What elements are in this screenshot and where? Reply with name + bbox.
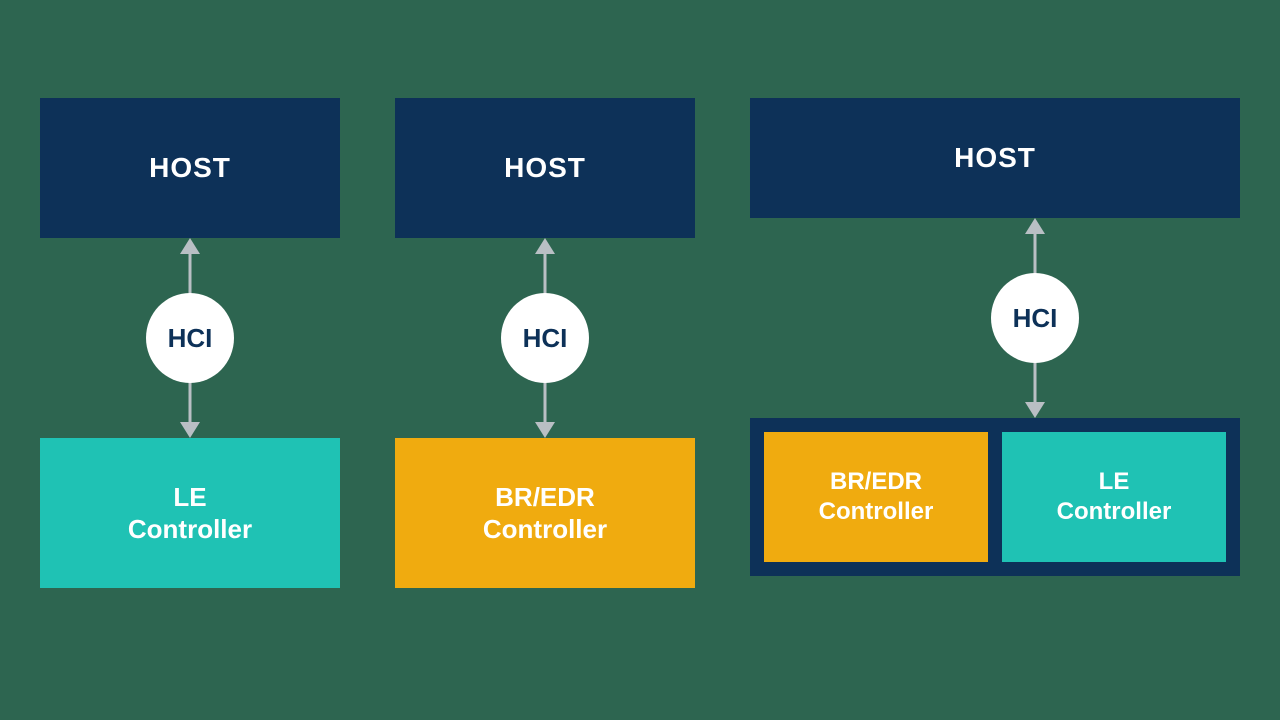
- arrow-down-icon: [535, 422, 555, 438]
- host-box: HOST: [40, 98, 340, 238]
- arrow-down-icon: [180, 422, 200, 438]
- dual-controller-box: BR/EDR Controller LE Controller: [750, 418, 1240, 576]
- bredr-controller-box: BR/EDR Controller: [395, 438, 695, 588]
- hci-circle: HCI: [991, 273, 1079, 363]
- host-box: HOST: [750, 98, 1240, 218]
- controller-line1: BR/EDR: [830, 467, 922, 497]
- connector-wrap: HCI: [750, 218, 1240, 418]
- host-box: HOST: [395, 98, 695, 238]
- column-dual: HOST HCI BR/EDR Controller LE Controller: [750, 98, 1240, 588]
- controller-line1: LE: [1099, 467, 1130, 497]
- diagram-columns: HOST HCI LE Controller HOST HCI BR/EDR C…: [0, 0, 1280, 588]
- controller-line2: Controller: [128, 513, 252, 546]
- arrow-down-icon: [1025, 402, 1045, 418]
- controller-line2: Controller: [1057, 497, 1172, 527]
- arrow-up-icon: [1025, 218, 1045, 234]
- controller-line2: Controller: [819, 497, 934, 527]
- controller-line1: BR/EDR: [495, 481, 595, 514]
- arrow-up-icon: [180, 238, 200, 254]
- hci-connector: HCI: [501, 238, 589, 438]
- bredr-controller-inner: BR/EDR Controller: [764, 432, 988, 562]
- controller-line2: Controller: [483, 513, 607, 546]
- hci-circle: HCI: [501, 293, 589, 383]
- hci-circle: HCI: [146, 293, 234, 383]
- column-bredr: HOST HCI BR/EDR Controller: [395, 98, 695, 588]
- column-le: HOST HCI LE Controller: [40, 98, 340, 588]
- hci-connector: HCI: [991, 218, 1079, 418]
- le-controller-box: LE Controller: [40, 438, 340, 588]
- arrow-up-icon: [535, 238, 555, 254]
- le-controller-inner: LE Controller: [1002, 432, 1226, 562]
- controller-line1: LE: [173, 481, 206, 514]
- hci-connector: HCI: [146, 238, 234, 438]
